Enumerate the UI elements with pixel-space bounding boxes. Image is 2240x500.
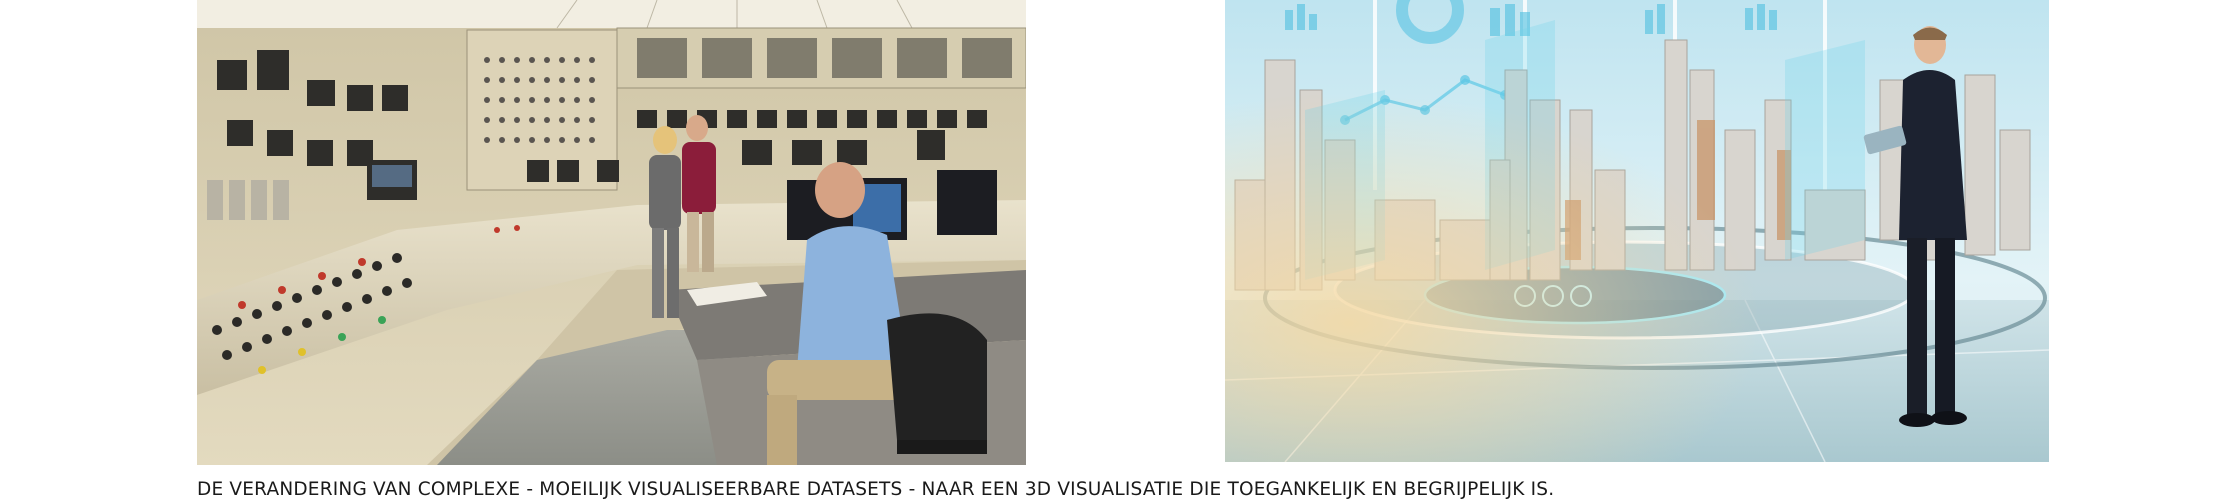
city-visualisation-image: [1225, 0, 2049, 462]
caption-text: DE VERANDERING VAN COMPLEXE - MOEILIJK V…: [197, 479, 1555, 500]
page: DE VERANDERING VAN COMPLEXE - MOEILIJK V…: [0, 0, 2240, 500]
control-room-illustration: [197, 0, 1026, 465]
control-room-image: [197, 0, 1026, 465]
city-visualisation-illustration: [1225, 0, 2049, 462]
